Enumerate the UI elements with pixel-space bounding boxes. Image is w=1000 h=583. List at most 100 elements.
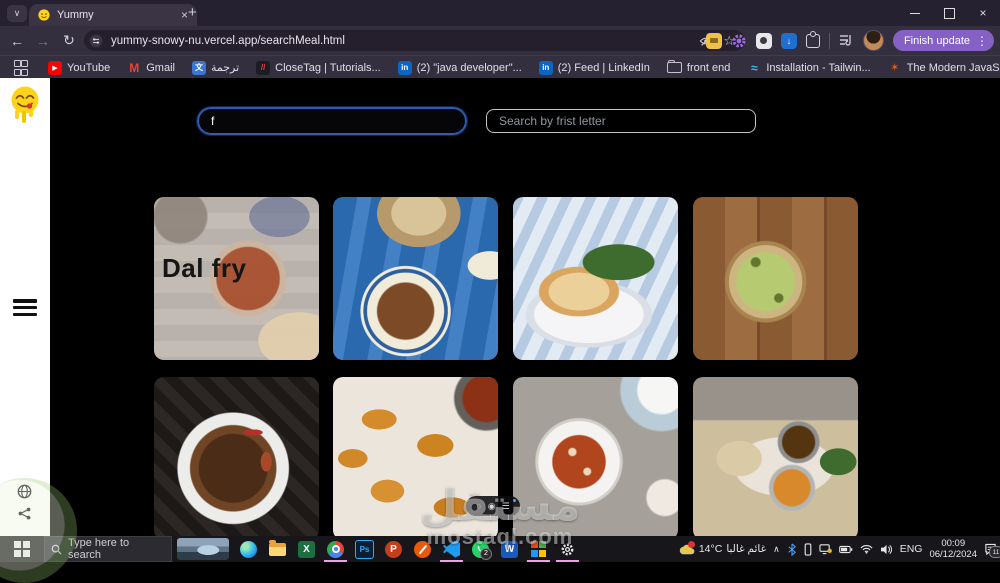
taskbar-edge-icon[interactable] [234,536,263,562]
extension-folder-icon[interactable] [705,32,722,49]
closetag-icon: // [256,60,271,75]
volume-icon[interactable] [880,544,893,555]
phone-device-icon[interactable] [804,542,812,556]
bookmark-label: Installation - Tailwin... [766,61,871,74]
address-bar[interactable]: yummy-snowy-nu.vercel.app/searchMeal.htm… [84,30,745,51]
pc-status-icon[interactable] [819,543,832,555]
menu-hamburger-icon[interactable] [13,296,37,319]
window-minimize-button[interactable] [898,0,932,26]
taskbar-settings-gear-icon[interactable] [553,536,582,562]
bookmark-label: YouTube [67,61,111,74]
search-icon [51,544,62,554]
minimize-icon [910,12,920,14]
window-maximize-button[interactable] [932,0,966,26]
apps-grid-icon[interactable] [14,59,28,76]
meal-image [693,197,858,360]
bookmark-gmail[interactable]: M Gmail [127,61,175,75]
extensions-puzzle-icon[interactable] [805,30,820,48]
browser-tab[interactable]: Yummy × [29,4,197,26]
yummy-logo-icon[interactable] [8,85,42,129]
meal-image [154,377,319,540]
tab-title: Yummy [57,9,94,21]
site-settings-icon[interactable] [89,34,103,48]
media-controls-icon[interactable] [839,34,854,47]
meal-image [513,197,678,360]
reload-icon[interactable]: ↻ [56,26,82,55]
taskbar-whatsapp-icon[interactable]: 2 [466,536,495,562]
new-tab-button[interactable]: + [188,4,197,22]
globe-icon[interactable] [17,484,32,499]
tab-search-chevron-icon[interactable]: ∨ [7,5,27,22]
page-content: Dal fry [0,78,1000,540]
bookmark-label: (2) "java developer"... [416,61,522,74]
taskbar-photoshop-icon[interactable]: Ps [350,536,379,562]
extension-download-icon[interactable]: ↓ [780,32,797,49]
toolbar-divider [828,32,830,49]
bookmark-folder-frontend[interactable]: front end [666,60,730,74]
tray-clock[interactable]: 00:09 06/12/2024 [929,538,977,561]
weather-widget-image[interactable] [177,538,229,560]
wifi-icon[interactable] [860,544,873,554]
bluetooth-icon[interactable] [787,543,797,556]
url-text[interactable]: yummy-snowy-nu.vercel.app/searchMeal.htm… [111,35,691,47]
meal-card[interactable] [513,377,678,540]
taskbar-vscode-icon[interactable] [437,536,466,562]
meal-card[interactable] [693,377,858,540]
bookmark-youtube[interactable]: ▶ YouTube [48,60,111,75]
back-icon[interactable]: ← [4,26,30,55]
bookmark-label: ترجمة [210,62,240,74]
taskbar-search[interactable]: Type here to search [44,536,172,562]
taskbar-paint-icon[interactable] [524,536,553,562]
search-meal-input[interactable] [196,106,468,136]
taskbar-chrome-icon[interactable] [321,536,350,562]
extension-circle-icon[interactable] [755,32,772,49]
language-indicator[interactable]: ENG [900,543,923,555]
bookmark-label: (2) Feed | LinkedIn [557,61,650,74]
forward-icon[interactable]: → [30,26,56,55]
system-tray: 14°C غائم غالبا ∧ ENG 00:09 06/12/2024 1… [679,538,1000,561]
bookmark-linkedin-java[interactable]: in (2) "java developer"... [397,60,522,75]
bookmark-label: Gmail [146,61,175,74]
taskbar-pen-app-icon[interactable] [408,536,437,562]
javascript-info-icon: ✶ [890,62,900,74]
taskbar-powerpoint-icon[interactable]: P [379,536,408,562]
start-button[interactable] [0,536,44,562]
weather-condition: غائم غالبا [726,543,767,555]
profile-avatar[interactable] [862,30,884,51]
meal-card[interactable] [693,197,858,360]
bookmark-linkedin-feed[interactable]: in (2) Feed | LinkedIn [538,60,650,75]
weather-alert-badge [687,541,695,548]
bookmark-closetag[interactable]: // CloseTag | Tutorials... [256,60,381,75]
extension-gear-icon[interactable] [731,33,747,49]
taskbar-word-icon[interactable]: W [495,536,524,562]
browser-menu-kebab-icon[interactable]: ⋮ [976,34,988,48]
share-icon[interactable] [18,507,31,520]
annotation-toolbar: ○ ◉ ☰ [466,496,520,516]
meal-card[interactable] [513,197,678,360]
tray-chevron-icon[interactable]: ∧ [773,544,780,555]
finish-update-label: Finish update [903,34,970,47]
temperature: 14°C [698,543,723,555]
bookmark-label: The Modern JavaScr... [906,61,1000,74]
battery-icon[interactable] [838,545,853,554]
meal-card-dal-fry[interactable]: Dal fry [154,197,319,360]
maximize-icon [943,7,955,19]
notification-center-button[interactable]: 11 [984,543,1000,558]
bookmark-tailwind[interactable]: ≈ Installation - Tailwin... [747,61,871,75]
tab-close-icon[interactable]: × [181,8,188,22]
bookmark-modern-js[interactable]: ✶ The Modern JavaScr... [888,61,1000,75]
search-by-letter-input[interactable] [486,109,756,133]
bookmarks-bar: ▶ YouTube M Gmail 文 ترجمة // CloseTag | Tuto… [0,55,1000,79]
taskbar-excel-icon[interactable]: X [292,536,321,562]
bookmark-translate[interactable]: 文 ترجمة [191,60,240,75]
meal-image [333,197,498,360]
meal-card[interactable] [333,197,498,360]
tray-weather[interactable]: 14°C غائم غالبا [679,541,767,555]
taskbar-search-placeholder: Type here to search [67,537,130,561]
windows-logo-icon [14,541,30,557]
finish-update-button[interactable]: Finish update ⋮ [892,30,994,51]
window-close-button[interactable]: × [966,0,1000,26]
clock-date: 06/12/2024 [929,549,977,560]
taskbar-explorer-icon[interactable] [263,536,292,562]
meal-card[interactable] [154,377,319,540]
